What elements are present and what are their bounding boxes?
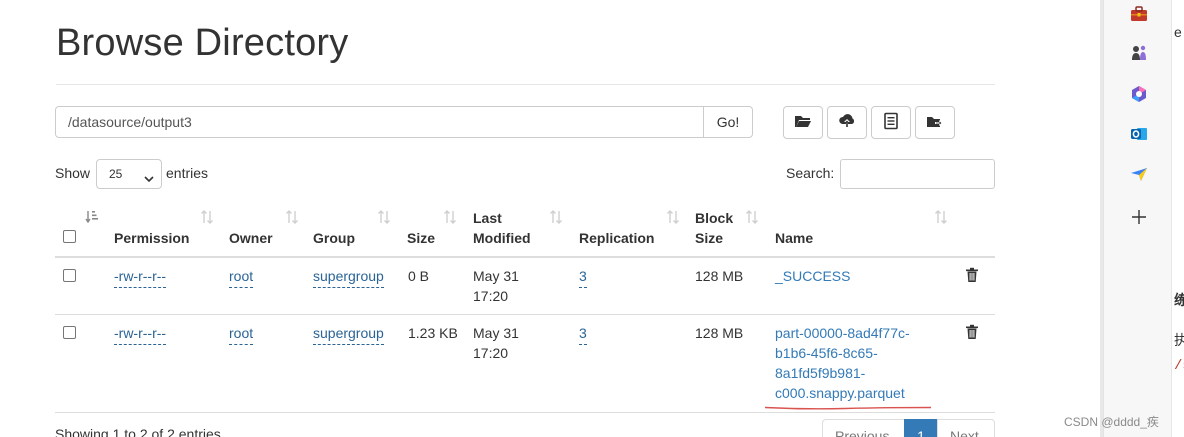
permission-link[interactable]: -rw-r--r-- (114, 266, 167, 288)
table-header-divider (55, 256, 995, 258)
chess-pieces-icon[interactable] (1129, 43, 1149, 63)
column-header-last-modified-line2[interactable]: Modified (473, 228, 531, 248)
search-input[interactable] (840, 159, 995, 189)
plus-icon[interactable] (1129, 207, 1149, 227)
sort-icon[interactable] (666, 209, 680, 225)
modified-time: 17:20 (473, 345, 509, 361)
column-header-block-size-line1[interactable]: Block (695, 208, 733, 228)
cut-paste-button[interactable] (915, 106, 955, 139)
column-header-block-size-line2[interactable]: Size (695, 228, 723, 248)
file-size: 1.23 KB (408, 325, 458, 341)
title-divider (56, 84, 995, 85)
column-header-last-modified-line1[interactable]: Last (473, 208, 502, 228)
search-label: Search: (786, 165, 835, 181)
hdfs-browser-main: Browse Directory Go! Show 25 entries Sea… (0, 0, 1100, 437)
sort-icon[interactable] (200, 209, 214, 225)
peek-text: /s (1174, 358, 1184, 374)
column-header-replication[interactable]: Replication (579, 228, 654, 248)
peek-text: e (1174, 24, 1182, 40)
modified-date: May 31 (473, 325, 519, 341)
upload-file-button[interactable] (827, 106, 867, 139)
group-link[interactable]: supergroup (313, 266, 384, 288)
sort-icon[interactable] (934, 209, 948, 225)
chevron-down-icon (143, 167, 155, 183)
peek-text: 练 (1174, 290, 1184, 310)
owner-link[interactable]: root (229, 323, 254, 345)
side-page-peek: e 练 执 /s (1171, 0, 1184, 437)
sort-icon[interactable] (549, 209, 563, 225)
file-name-link[interactable]: _SUCCESS (775, 266, 850, 286)
modified-time: 17:20 (473, 288, 509, 304)
csdn-watermark: CSDN @dddd_疾 (1064, 415, 1159, 429)
go-button[interactable]: Go! (703, 106, 753, 138)
select-all-checkbox[interactable] (63, 230, 76, 243)
pagination-next[interactable]: Next (937, 419, 995, 437)
pagination-page-1[interactable]: 1 (904, 419, 938, 437)
modified-date: May 31 (473, 268, 519, 284)
folder-open-icon (794, 112, 812, 133)
folder-move-icon (926, 112, 944, 133)
table-info-text: Showing 1 to 2 of 2 entries (55, 426, 221, 437)
pagination-previous[interactable]: Previous (822, 419, 905, 437)
sort-icon[interactable] (377, 209, 391, 225)
sort-icon[interactable] (285, 209, 299, 225)
trash-icon[interactable] (965, 324, 979, 340)
create-directory-button[interactable] (783, 106, 823, 139)
entries-per-page-select[interactable]: 25 (96, 159, 162, 189)
cloud-upload-icon (838, 112, 856, 133)
row-checkbox[interactable] (63, 269, 76, 282)
replication-link[interactable]: 3 (579, 323, 587, 345)
red-annotation-underline (765, 406, 931, 410)
file-size: 0 B (408, 268, 430, 284)
file-name-line[interactable]: part-00000-8ad4f77c- (775, 323, 910, 343)
sort-asc-icon[interactable] (85, 209, 99, 225)
list-alt-icon (882, 112, 900, 133)
block-size: 128 MB (695, 268, 744, 284)
owner-link[interactable]: root (229, 266, 254, 288)
outlook-icon[interactable] (1129, 124, 1149, 144)
row-divider (55, 314, 995, 315)
file-name-line[interactable]: 8a1fd5f9b981- (775, 363, 865, 383)
show-label: Show (55, 165, 91, 181)
copilot-icon[interactable] (1129, 84, 1149, 104)
column-header-permission[interactable]: Permission (114, 228, 189, 248)
column-header-group[interactable]: Group (313, 228, 355, 248)
send-arrow-icon[interactable] (1129, 164, 1149, 184)
replication-link[interactable]: 3 (579, 266, 587, 288)
file-name-line[interactable]: b1b6-45f6-8c65- (775, 343, 878, 363)
group-link[interactable]: supergroup (313, 323, 384, 345)
browser-sidebar (1103, 0, 1171, 437)
peek-text: 执 (1174, 330, 1184, 350)
column-header-size[interactable]: Size (407, 228, 435, 248)
sort-icon[interactable] (443, 209, 457, 225)
column-header-name[interactable]: Name (775, 228, 813, 248)
entries-label: entries (166, 165, 209, 181)
column-header-owner[interactable]: Owner (229, 228, 273, 248)
row-checkbox[interactable] (63, 326, 76, 339)
page-title: Browse Directory (56, 22, 349, 64)
trash-icon[interactable] (965, 267, 979, 283)
sort-icon[interactable] (745, 209, 759, 225)
block-size: 128 MB (695, 325, 744, 341)
file-name-line[interactable]: c000.snappy.parquet (775, 383, 905, 403)
toolbox-icon[interactable] (1129, 4, 1149, 24)
row-divider (55, 412, 995, 413)
entries-select-value: 25 (109, 167, 123, 181)
permission-link[interactable]: -rw-r--r-- (114, 323, 167, 345)
directory-path-input[interactable] (55, 106, 704, 138)
file-list-button[interactable] (871, 106, 911, 139)
